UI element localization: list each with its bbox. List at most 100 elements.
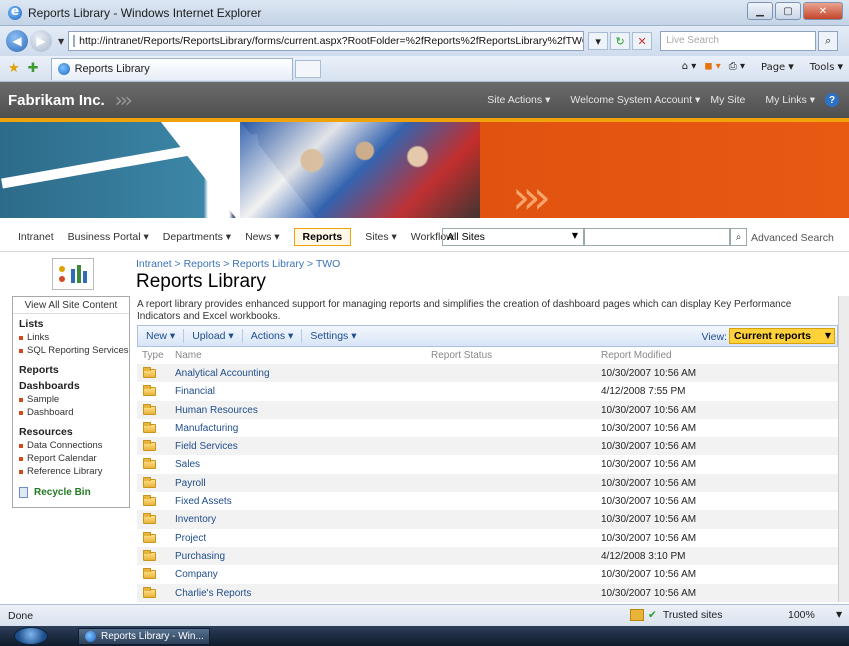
nav-departments[interactable]: Departments ▾ (163, 231, 231, 243)
ql-data-connections[interactable]: Data Connections (19, 440, 123, 451)
folder-name-link[interactable]: Manufacturing (175, 423, 238, 434)
site-actions-menu[interactable]: Site Actions ▾ (477, 94, 550, 106)
folder-name-link[interactable]: Project (175, 533, 206, 544)
site-search-input[interactable] (584, 228, 730, 246)
nav-sites[interactable]: Sites ▾ (365, 231, 397, 243)
ql-lists-header[interactable]: Lists (19, 318, 123, 330)
refresh-icon[interactable]: ↻ (610, 32, 631, 50)
command-bar: ⌂ ▾ ◼ ▾ ⎙ ▾ Page ▾ Tools ▾ (674, 60, 843, 73)
page-scrollbar[interactable] (838, 296, 849, 602)
table-row[interactable]: Analytical Accounting 10/30/2007 10:56 AM (137, 364, 838, 383)
close-button[interactable]: ✕ (803, 2, 843, 20)
nav-business-portal[interactable]: Business Portal ▾ (68, 231, 149, 243)
add-favorites-icon[interactable]: ✚ (28, 61, 39, 76)
folder-name-link[interactable]: Human Resources (175, 405, 258, 416)
column-report-status[interactable]: Report Status (431, 350, 492, 361)
taskbar-item-ie[interactable]: Reports Library - Win... (78, 628, 210, 645)
browser-tab[interactable]: Reports Library (50, 57, 293, 80)
actions-menu[interactable]: Actions ▾ (243, 330, 302, 342)
table-row[interactable]: Charlie's Reports 10/30/2007 10:56 AM (137, 583, 838, 602)
zone-icon (630, 609, 644, 621)
column-name[interactable]: Name (175, 350, 202, 361)
folder-name-link[interactable]: Fixed Assets (175, 496, 232, 507)
zoom-level[interactable]: 100% (788, 609, 815, 621)
folder-name-link[interactable]: Payroll (175, 478, 206, 489)
search-scope-select[interactable]: All Sites ▼ (442, 228, 584, 246)
forward-button[interactable]: ▶ (30, 30, 52, 52)
upload-menu[interactable]: Upload ▾ (184, 330, 241, 342)
url-input[interactable]: http://intranet/Reports/ReportsLibrary/f… (68, 31, 585, 51)
back-button[interactable]: ◀ (6, 30, 28, 52)
new-menu[interactable]: New ▾ (138, 330, 183, 342)
ql-sample[interactable]: Sample (19, 394, 123, 405)
ql-dashboards-header[interactable]: Dashboards (19, 380, 123, 392)
folder-name-link[interactable]: Charlie's Reports (175, 588, 251, 599)
table-row[interactable]: Sales 10/30/2007 10:56 AM (137, 455, 838, 473)
live-search-input[interactable]: Live Search (660, 31, 817, 51)
report-modified: 10/30/2007 10:56 AM (601, 587, 697, 599)
new-tab-button[interactable] (294, 59, 321, 78)
stop-icon[interactable]: ✕ (632, 32, 653, 50)
zoom-dropdown-icon[interactable]: ▼ (836, 610, 842, 619)
folder-icon (143, 513, 156, 525)
advanced-search-link[interactable]: Advanced Search (751, 232, 834, 244)
security-zone[interactable]: ✔ Trusted sites (630, 609, 723, 621)
view-label: View: (701, 331, 728, 343)
report-library-icon (52, 258, 94, 290)
page-menu[interactable]: Page ▾ (753, 60, 794, 73)
tools-menu[interactable]: Tools ▾ (802, 60, 843, 73)
breadcrumb[interactable]: Intranet > Reports > Reports Library > T… (136, 258, 340, 270)
minimize-button[interactable]: ▁ (747, 2, 773, 20)
settings-menu[interactable]: Settings ▾ (302, 330, 364, 342)
print-icon[interactable]: ⎙ ▾ (729, 61, 745, 72)
history-dropdown-icon[interactable]: ▼ (58, 37, 64, 46)
table-row[interactable]: Project 10/30/2007 10:56 AM (137, 529, 838, 547)
table-row[interactable]: Inventory 10/30/2007 10:56 AM (137, 510, 838, 529)
search-icon[interactable]: ⌕ (818, 31, 839, 51)
url-dropdown-icon[interactable]: ▾ (588, 32, 609, 50)
my-site-link[interactable]: My Site (710, 94, 745, 106)
sharepoint-header: Fabrikam Inc. ››› Site Actions ▾ Welcome… (0, 82, 849, 118)
folder-name-link[interactable]: Financial (175, 386, 215, 397)
view-all-site-content-link[interactable]: View All Site Content (13, 300, 129, 314)
ql-sql-reporting-services[interactable]: SQL Reporting Services (19, 345, 129, 356)
table-row[interactable]: Financial 4/12/2008 7:55 PM (137, 382, 838, 400)
nav-reports[interactable]: Reports (293, 227, 352, 246)
ql-report-calendar[interactable]: Report Calendar (19, 453, 123, 464)
feeds-icon[interactable]: ◼ ▾ (704, 61, 721, 72)
ql-reports-header[interactable]: Reports (19, 364, 123, 376)
table-row[interactable]: Field Services 10/30/2007 10:56 AM (137, 437, 838, 456)
ql-resources-header[interactable]: Resources (19, 426, 123, 438)
favorites-star-icon[interactable]: ★ (8, 61, 20, 76)
ql-reference-library[interactable]: Reference Library (19, 466, 123, 477)
help-icon[interactable]: ? (825, 93, 839, 107)
table-row[interactable]: Payroll 10/30/2007 10:56 AM (137, 473, 838, 493)
page-title: Reports Library (136, 271, 266, 292)
folder-name-link[interactable]: Sales (175, 459, 200, 470)
table-row[interactable]: Fixed Assets 10/30/2007 10:56 AM (137, 492, 838, 510)
table-row[interactable]: Human Resources 10/30/2007 10:56 AM (137, 400, 838, 419)
start-button[interactable] (14, 627, 48, 645)
nav-intranet[interactable]: Intranet (18, 231, 54, 243)
view-selector[interactable]: Current reports ▼ (729, 328, 835, 344)
folder-name-link[interactable]: Inventory (175, 514, 216, 525)
site-brand[interactable]: Fabrikam Inc. (0, 92, 105, 109)
my-links-menu[interactable]: My Links ▾ (755, 94, 815, 106)
table-row[interactable]: Manufacturing 10/30/2007 10:56 AM (137, 419, 838, 437)
column-report-modified[interactable]: Report Modified (601, 350, 672, 361)
welcome-menu[interactable]: Welcome System Account ▾ (560, 94, 700, 106)
nav-news[interactable]: News ▾ (245, 231, 279, 243)
folder-name-link[interactable]: Analytical Accounting (175, 368, 270, 379)
home-icon[interactable]: ⌂ ▾ (682, 61, 697, 72)
folder-name-link[interactable]: Field Services (175, 441, 238, 452)
table-row[interactable]: Purchasing 4/12/2008 3:10 PM (137, 546, 838, 566)
folder-name-link[interactable]: Purchasing (175, 551, 225, 562)
search-go-icon[interactable]: ⌕ (730, 228, 747, 246)
folder-name-link[interactable]: Company (175, 569, 218, 580)
ql-links[interactable]: Links (19, 332, 123, 343)
column-type[interactable]: Type (142, 350, 164, 361)
ql-dashboard[interactable]: Dashboard (19, 407, 123, 418)
maximize-button[interactable]: ▢ (775, 2, 801, 20)
table-row[interactable]: Company 10/30/2007 10:56 AM (137, 565, 838, 583)
recycle-bin-link[interactable]: Recycle Bin (19, 487, 123, 498)
